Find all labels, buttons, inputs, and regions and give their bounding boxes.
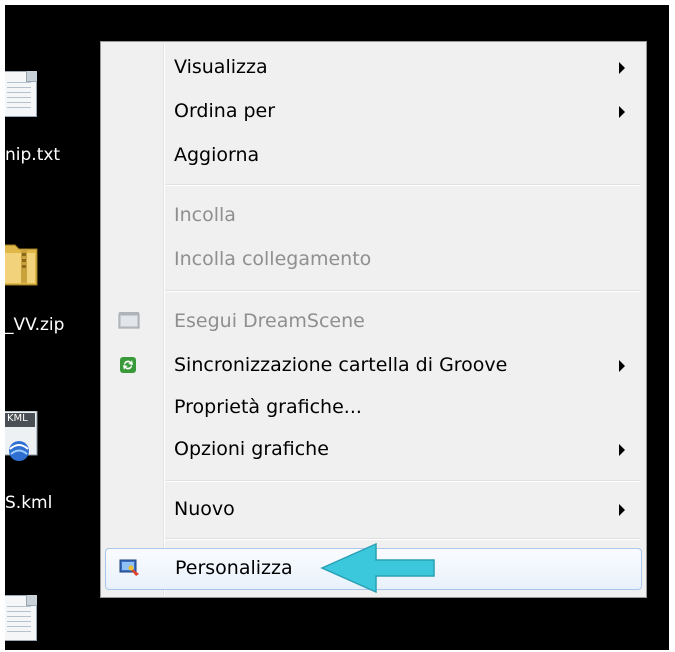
menu-item-sincronizzazione-groove[interactable]: Sincronizzazione cartella di Groove [105, 346, 642, 386]
menu-item-label: Esegui DreamScene [174, 310, 365, 332]
menu-item-esegui-dreamscene[interactable]: Esegui DreamScene [105, 302, 642, 342]
menu-item-label: Aggiorna [174, 144, 260, 166]
submenu-arrow-icon [619, 360, 625, 372]
menu-item-opzioni-grafiche[interactable]: Opzioni grafiche [105, 430, 642, 470]
desktop-icon-text-file[interactable] [5, 593, 85, 650]
submenu-arrow-icon [619, 62, 625, 74]
desktop-icon-zip[interactable]: _VV.zip [5, 237, 85, 347]
desktop-icon-text-file[interactable]: nip.txt [5, 69, 85, 179]
menu-item-nuovo[interactable]: Nuovo [105, 490, 642, 530]
desktop-icon-label: S.kml [5, 493, 53, 513]
menu-item-label: Ordina per [174, 100, 276, 122]
menu-item-label: Opzioni grafiche [174, 438, 329, 460]
desktop-context-menu: Visualizza Ordina per Aggiorna Incolla I… [100, 41, 647, 598]
dreamscene-icon [118, 311, 140, 331]
personalize-icon [119, 558, 139, 578]
menu-item-label: Sincronizzazione cartella di Groove [174, 354, 508, 376]
menu-item-label: Personalizza [175, 557, 293, 579]
submenu-arrow-icon [619, 444, 625, 456]
submenu-arrow-icon [619, 106, 625, 118]
menu-item-visualizza[interactable]: Visualizza [105, 48, 642, 88]
desktop-icon-label: _VV.zip [5, 315, 65, 335]
menu-item-incolla[interactable]: Incolla [105, 196, 642, 236]
kml-badge: KML [7, 413, 28, 424]
menu-item-incolla-collegamento[interactable]: Incolla collegamento [105, 240, 642, 280]
desktop-icon-kml[interactable]: KML S.kml [5, 410, 85, 521]
pointer-arrow-icon [318, 540, 438, 596]
menu-item-label: Incolla collegamento [174, 248, 372, 270]
menu-item-label: Incolla [174, 204, 236, 226]
menu-separator [165, 480, 640, 482]
menu-item-label: Proprietà grafiche... [174, 396, 362, 418]
desktop-icon-label: nip.txt [5, 145, 61, 165]
menu-item-proprieta-grafiche[interactable]: Proprietà grafiche... [105, 388, 642, 428]
menu-separator [165, 184, 640, 186]
kml-file-icon: KML [5, 410, 41, 465]
menu-separator [165, 290, 640, 292]
menu-item-label: Nuovo [174, 498, 235, 520]
submenu-arrow-icon [619, 504, 625, 516]
menu-item-aggiorna[interactable]: Aggiorna [105, 136, 642, 176]
menu-item-ordina-per[interactable]: Ordina per [105, 92, 642, 132]
zip-folder-icon [5, 239, 39, 291]
groove-sync-icon [118, 355, 138, 375]
menu-item-label: Visualizza [174, 56, 268, 78]
